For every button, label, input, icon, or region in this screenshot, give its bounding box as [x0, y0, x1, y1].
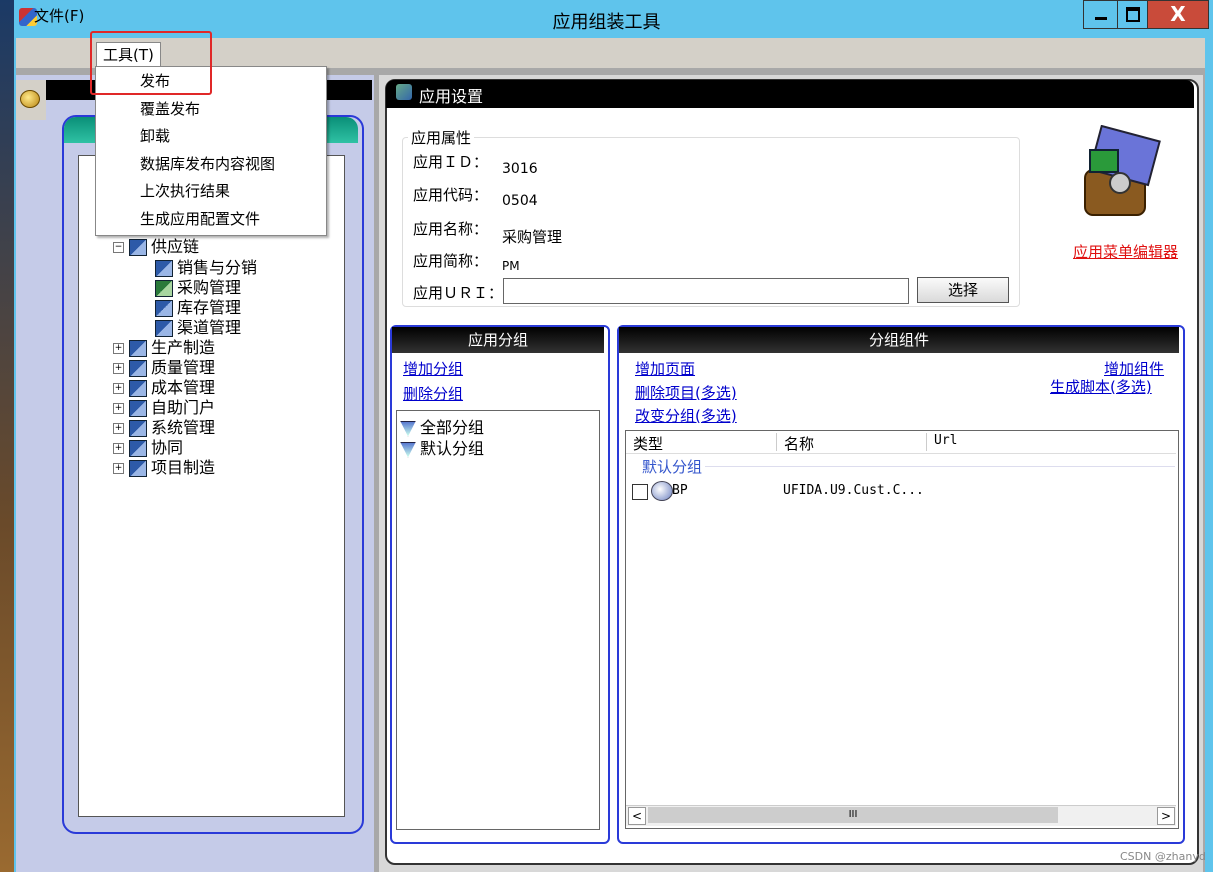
bp-component-icon: [651, 481, 673, 501]
label-app-id: 应用ＩＤ：: [413, 153, 489, 171]
group-panel-header: 应用分组: [392, 327, 604, 353]
expand-icon[interactable]: +: [113, 343, 124, 354]
label-app-uri: 应用ＵＲＩ：: [413, 284, 504, 302]
collapse-icon[interactable]: −: [113, 242, 124, 253]
filter-icon: [400, 441, 416, 458]
value-app-short: PM: [502, 259, 520, 273]
tree-node[interactable]: 库存管理: [155, 298, 241, 318]
menu-item-gen-config[interactable]: 生成应用配置文件: [140, 207, 260, 231]
module-icon: [129, 340, 147, 357]
group-row-divider: [705, 466, 1175, 467]
highlight-box: [90, 31, 212, 95]
label-app-short: 应用简称：: [413, 252, 489, 270]
row-checkbox[interactable]: [632, 484, 648, 500]
menu-editor-icon: [1084, 125, 1161, 216]
expand-icon[interactable]: +: [113, 363, 124, 374]
gen-script-link[interactable]: 生成脚本(多选): [1050, 376, 1152, 397]
uri-input[interactable]: [503, 278, 909, 304]
module-icon: [155, 320, 173, 337]
tree-node[interactable]: + 项目制造: [113, 458, 215, 478]
watermark: CSDN @zhanyd: [1120, 850, 1206, 863]
module-icon: [129, 360, 147, 377]
menu-editor-link[interactable]: 应用菜单编辑器: [1073, 241, 1178, 262]
row-type: BP: [672, 483, 688, 498]
column-separator[interactable]: [926, 433, 927, 451]
menu-file[interactable]: 文件(F): [28, 4, 90, 28]
app-properties-legend: 应用属性: [408, 127, 475, 148]
settings-title: 应用设置: [419, 87, 484, 106]
module-selected-icon: [155, 280, 173, 297]
tree-node[interactable]: − 供应链: [113, 237, 199, 257]
menu-item-overwrite-publish[interactable]: 覆盖发布: [140, 97, 200, 121]
module-icon: [129, 400, 147, 417]
minimize-button[interactable]: [1083, 0, 1119, 29]
group-list: [396, 410, 600, 830]
close-button[interactable]: X: [1147, 0, 1209, 29]
value-app-code: 0504: [502, 193, 538, 209]
column-header-name[interactable]: 名称: [784, 433, 814, 454]
delete-group-link[interactable]: 删除分组: [403, 383, 463, 404]
desktop-strip: [0, 0, 14, 872]
value-app-name: 采购管理: [502, 228, 563, 246]
tree-node[interactable]: + 成本管理: [113, 378, 215, 398]
group-item[interactable]: 默认分组: [400, 435, 484, 459]
expand-icon[interactable]: +: [113, 463, 124, 474]
menu-item-last-result[interactable]: 上次执行结果: [140, 179, 230, 203]
expand-icon[interactable]: +: [113, 383, 124, 394]
tree-node[interactable]: + 系统管理: [113, 418, 215, 438]
component-panel-header: 分组组件: [619, 327, 1179, 353]
tree-node[interactable]: 采购管理: [155, 278, 241, 298]
module-icon: [155, 260, 173, 277]
expand-icon[interactable]: +: [113, 423, 124, 434]
scroll-thumb[interactable]: III: [648, 807, 1058, 823]
scroll-right-arrow-icon[interactable]: >: [1157, 807, 1175, 825]
delete-items-link[interactable]: 删除项目(多选): [635, 382, 737, 403]
module-icon: [129, 420, 147, 437]
module-icon: [129, 440, 147, 457]
expand-icon[interactable]: +: [113, 403, 124, 414]
scroll-left-arrow-icon[interactable]: <: [628, 807, 646, 825]
maximize-button[interactable]: [1117, 0, 1149, 29]
column-header-url[interactable]: Url: [934, 433, 957, 448]
change-group-link[interactable]: 改变分组(多选): [635, 405, 737, 426]
menu-item-uninstall[interactable]: 卸载: [140, 124, 170, 148]
select-button[interactable]: 选择: [917, 277, 1009, 303]
app-tree: − 供应链 销售与分销 采购管理 库存管理 渠道管理 + 生产制造 + 质量管理 + 成…: [78, 155, 345, 817]
tree-node[interactable]: + 协同: [113, 438, 183, 458]
value-app-id: 3016: [502, 161, 538, 177]
tree-node[interactable]: + 自助门户: [113, 398, 215, 418]
row-name: UFIDA.U9.Cust.C...: [783, 483, 924, 498]
coin-icon[interactable]: [20, 90, 40, 108]
settings-icon: [396, 84, 412, 100]
label-app-code: 应用代码：: [413, 186, 489, 204]
expand-icon[interactable]: +: [113, 443, 124, 454]
table-header: [626, 431, 1176, 454]
column-separator[interactable]: [776, 433, 777, 451]
settings-header: [386, 80, 1194, 108]
menu-item-db-publish-view[interactable]: 数据库发布内容视图: [140, 152, 275, 176]
tree-node[interactable]: + 质量管理: [113, 358, 215, 378]
add-page-link[interactable]: 增加页面: [635, 358, 695, 379]
close-icon: X: [1170, 2, 1186, 26]
add-group-link[interactable]: 增加分组: [403, 358, 463, 379]
module-icon: [129, 460, 147, 477]
module-icon: [155, 300, 173, 317]
tree-node[interactable]: 渠道管理: [155, 318, 241, 338]
module-icon: [129, 239, 147, 256]
group-row-label: 默认分组: [642, 458, 703, 476]
module-icon: [129, 380, 147, 397]
column-header-type[interactable]: 类型: [633, 433, 663, 454]
tree-node[interactable]: 销售与分销: [155, 258, 257, 278]
tree-node[interactable]: + 生产制造: [113, 338, 215, 358]
label-app-name: 应用名称：: [413, 220, 489, 238]
